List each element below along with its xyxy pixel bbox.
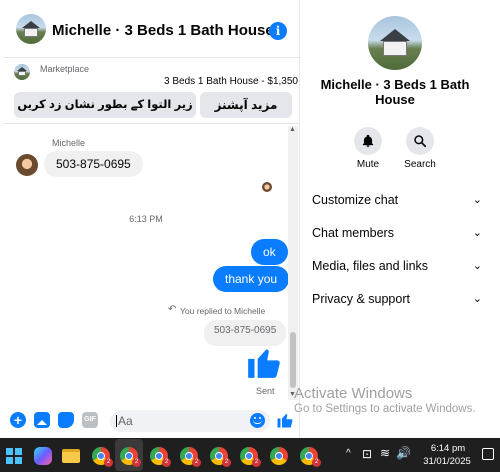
bell-icon xyxy=(354,127,382,155)
network-icon[interactable]: ⊡ xyxy=(362,447,372,461)
chrome-icon[interactable]: 2 xyxy=(300,447,321,467)
menu-chat-members[interactable]: Chat members ⌄ xyxy=(312,226,482,246)
chevron-up-icon[interactable]: ^ xyxy=(346,448,351,459)
copilot-icon[interactable] xyxy=(34,447,52,465)
mute-label: Mute xyxy=(356,159,380,170)
chevron-down-icon: ⌄ xyxy=(472,194,482,206)
outgoing-message[interactable]: thank you xyxy=(213,266,290,292)
search-button[interactable]: Search xyxy=(400,127,440,170)
outgoing-message[interactable]: ok xyxy=(251,239,288,265)
message-list: Michelle 503-875-0695 6:13 PM ok thank y… xyxy=(4,124,299,402)
image-icon[interactable] xyxy=(34,412,50,428)
composer-bar: + GIF Aa xyxy=(4,402,299,438)
volume-icon[interactable]: 🔊 xyxy=(396,446,411,460)
emoji-icon[interactable] xyxy=(250,413,265,428)
scroll-up-arrow[interactable]: ▲ xyxy=(289,126,296,133)
chrome-icon[interactable]: 2 xyxy=(210,447,231,467)
menu-label: Chat members xyxy=(312,226,394,240)
chat-pane: Michelle · 3 Beds 1 Bath House i Marketp… xyxy=(4,0,300,438)
chrome-icon[interactable]: 2 xyxy=(120,447,141,467)
incoming-message[interactable]: 503-875-0695 xyxy=(44,151,143,177)
menu-label: Privacy & support xyxy=(312,292,410,306)
marketplace-listing-bar: Marketplace 3 Beds 1 Bath House - $1,350… xyxy=(4,58,299,124)
text-cursor xyxy=(116,415,117,427)
clock-time[interactable]: 6:14 pm xyxy=(428,443,468,454)
menu-media-files-links[interactable]: Media, files and links ⌄ xyxy=(312,259,482,279)
notification-icon[interactable] xyxy=(482,448,494,460)
menu-privacy-support[interactable]: Privacy & support ⌄ xyxy=(312,292,482,312)
chrome-icon[interactable]: 2 xyxy=(150,447,171,467)
wifi-icon[interactable]: ≋ xyxy=(380,446,390,460)
mark-pending-button[interactable]: زیر التوا کے بطور نشان زد کریں xyxy=(14,92,196,118)
sender-name: Michelle xyxy=(52,138,86,148)
conversation-title[interactable]: Michelle · 3 Beds 1 Bath House xyxy=(52,22,274,39)
clock-date[interactable]: 31/01/2025 xyxy=(418,456,476,467)
activate-windows-title: Activate Windows xyxy=(294,385,413,402)
conversation-avatar[interactable] xyxy=(16,14,46,44)
seen-avatar xyxy=(262,182,272,192)
menu-label: Customize chat xyxy=(312,193,399,207)
listing-title-price: 3 Beds 1 Bath House - $1,350 xyxy=(164,76,298,87)
chrome-icon[interactable]: 2 xyxy=(180,447,201,467)
chevron-down-icon: ⌄ xyxy=(472,227,482,239)
file-explorer-icon[interactable] xyxy=(62,449,80,463)
thumbs-up-icon[interactable] xyxy=(245,343,283,381)
chrome-icon[interactable]: 2 xyxy=(92,447,113,467)
message-input[interactable]: Aa xyxy=(110,410,270,432)
chat-header: Michelle · 3 Beds 1 Bath House i xyxy=(4,0,299,58)
details-avatar[interactable] xyxy=(368,16,422,70)
conversation-details-pane: Michelle · 3 Beds 1 Bath House Mute Sear… xyxy=(300,0,500,438)
menu-customize-chat[interactable]: Customize chat ⌄ xyxy=(312,193,482,213)
message-timestamp: 6:13 PM xyxy=(129,214,163,224)
more-options-button[interactable]: مزید آپشنز xyxy=(200,92,292,118)
plus-icon[interactable]: + xyxy=(10,412,26,428)
info-icon[interactable]: i xyxy=(269,22,287,40)
chevron-down-icon: ⌄ xyxy=(472,260,482,272)
search-icon xyxy=(406,127,434,155)
marketplace-label: Marketplace xyxy=(40,64,90,74)
sticker-icon[interactable] xyxy=(58,412,74,428)
sender-avatar xyxy=(16,154,38,176)
reply-note: You replied to Michelle xyxy=(180,306,266,316)
mute-button[interactable]: Mute xyxy=(348,127,388,170)
sent-status: Sent xyxy=(256,386,275,396)
listing-thumbnail xyxy=(14,64,30,80)
activate-windows-subtitle: Go to Settings to activate Windows. xyxy=(294,403,476,415)
chrome-icon[interactable]: 2 xyxy=(240,447,261,467)
like-icon[interactable] xyxy=(276,411,294,429)
windows-start-icon[interactable] xyxy=(6,448,22,464)
gif-icon[interactable]: GIF xyxy=(82,412,98,428)
search-label: Search xyxy=(404,159,436,170)
details-title: Michelle · 3 Beds 1 Bath House xyxy=(320,77,470,107)
menu-label: Media, files and links xyxy=(312,259,429,273)
chrome-icon[interactable] xyxy=(270,447,288,465)
chevron-down-icon: ⌄ xyxy=(472,293,482,305)
reply-icon: ↶ xyxy=(168,304,177,315)
scrollbar-thumb[interactable] xyxy=(290,332,296,388)
